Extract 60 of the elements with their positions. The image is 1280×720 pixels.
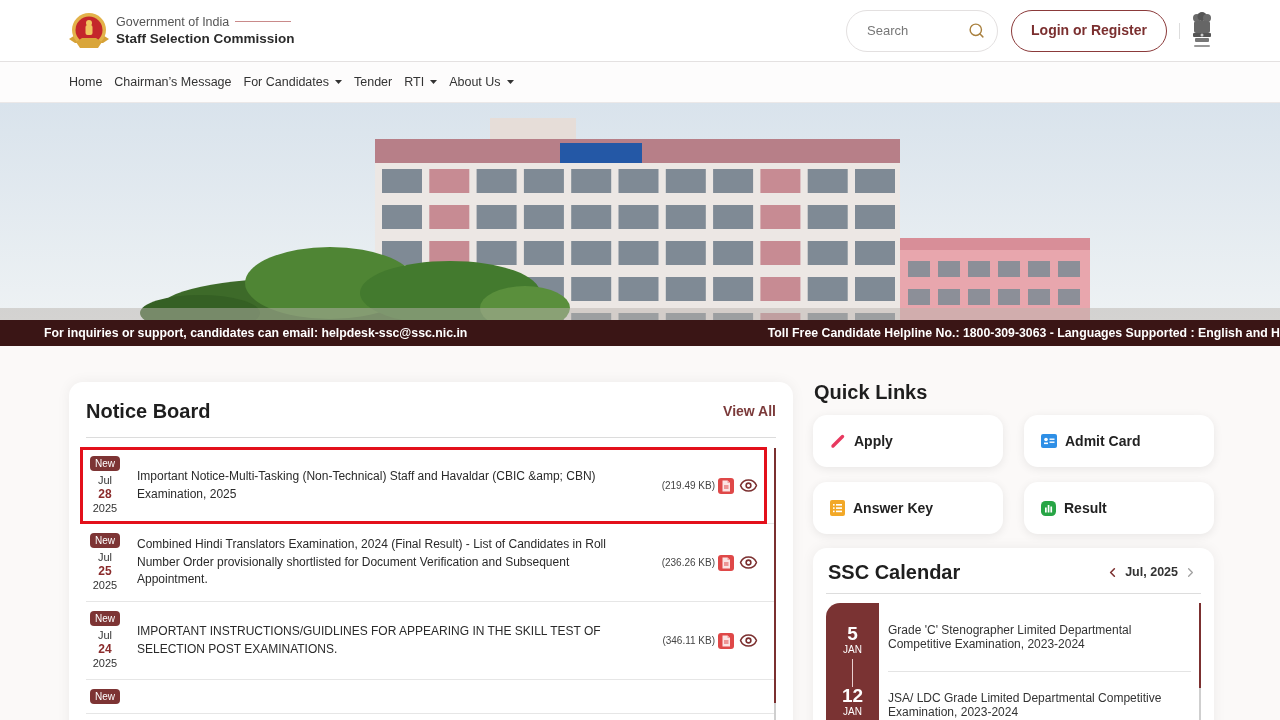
eye-icon[interactable] — [739, 553, 758, 572]
search-field[interactable]: Search — [846, 9, 998, 52]
event-month: JAN — [843, 644, 862, 655]
notice-year: 2025 — [92, 578, 118, 592]
quick-link-card[interactable]: Answer Key — [813, 482, 1003, 534]
nav-link[interactable]: Chairman’s Message — [114, 72, 232, 92]
quick-link-card[interactable]: Result — [1024, 482, 1214, 534]
bar-chart-icon — [1041, 500, 1056, 516]
file-icon[interactable] — [718, 477, 734, 494]
event-day: 5 — [847, 625, 858, 643]
notice-month: Jul — [97, 473, 113, 487]
notice-year: 2025 — [92, 656, 118, 670]
list-icon — [830, 500, 845, 516]
notice-badge: New — [90, 689, 120, 704]
logo-subtitle: Government of India — [116, 13, 230, 30]
eye-icon[interactable] — [739, 631, 758, 650]
file-size: (219.49 KB) — [661, 479, 715, 493]
notice-link[interactable]: Combined Hindi Translators Examination, 2024 (Final Result) - List of Candidates in Roll Number Order provisionally shortlisted for Document Verification and Subsequent Appointment. — [137, 536, 617, 589]
notice-badge: New — [90, 456, 120, 471]
notice-month: Jul — [97, 550, 113, 564]
logo-title: Staff Selection Commission — [116, 29, 295, 48]
file-icon[interactable] — [718, 632, 734, 649]
view-all-link[interactable]: View All — [723, 400, 776, 422]
file-size: (236.26 KB) — [661, 556, 715, 570]
quick-link-card[interactable]: Apply — [813, 415, 1003, 467]
search-icon[interactable] — [968, 21, 985, 39]
notice-board-title: Notice Board — [86, 399, 211, 424]
eye-icon[interactable] — [739, 476, 758, 495]
event-day: 12 — [841, 687, 864, 705]
notice-month: Jul — [97, 628, 113, 642]
ticker-text: For inquiries or support, candidates can email: helpdesk-ssc@ssc.nic.in — [44, 324, 468, 342]
id-card-icon — [1041, 434, 1057, 448]
quick-link-card[interactable]: Admit Card — [1024, 415, 1214, 467]
notice-badge: New — [90, 611, 120, 626]
event-title[interactable]: Grade 'C' Stenographer Limited Departmental Competitive Examination, 2023-2024 — [888, 623, 1191, 651]
emblem-icon — [1191, 11, 1213, 50]
file-icon[interactable] — [718, 554, 734, 571]
quick-links-title: Quick Links — [813, 382, 929, 402]
notice-year: 2025 — [92, 501, 118, 515]
notice-link[interactable]: Important Notice-Multi-Tasking (Non-Technical) Staff and Havaldar (CBIC &amp; CBN) Examination, 2025 — [137, 468, 617, 503]
notice-link[interactable]: IMPORTANT INSTRUCTIONS/GUIDLINES FOR APPEARING IN THE SKILL TEST OF SELECTION POST EXAMINATIONS. — [137, 623, 617, 658]
nav-link[interactable]: RTI — [404, 72, 438, 92]
notice-day: 28 — [98, 487, 112, 501]
nav-link[interactable]: Tender — [354, 72, 393, 92]
event-month: JAN — [843, 706, 862, 717]
notice-day: 24 — [98, 642, 112, 656]
seal-logo-icon — [68, 11, 110, 50]
ticker-text: Toll Free Candidate Helpline No.: 1800-309-3063 - Languages Supported : English and H — [767, 324, 1280, 342]
event-title[interactable]: JSA/ LDC Grade Limited Departmental Competitive Examination, 2023-2024 — [888, 691, 1191, 719]
nav-link[interactable]: For Candidates — [243, 72, 342, 92]
nav-link[interactable]: Home — [69, 72, 103, 92]
login-register-button[interactable]: Login or Register — [1011, 9, 1167, 52]
scrollbar-thumb[interactable] — [1199, 603, 1201, 688]
calendar-title: SSC Calendar — [828, 561, 961, 583]
notice-badge: New — [90, 533, 120, 548]
file-size: (346.11 KB) — [662, 634, 715, 648]
calendar-month-label: Jul, 2025 — [1125, 563, 1178, 581]
pencil-icon — [830, 433, 846, 449]
nav-link[interactable]: About Us — [449, 72, 514, 92]
notice-day: 25 — [98, 564, 112, 578]
